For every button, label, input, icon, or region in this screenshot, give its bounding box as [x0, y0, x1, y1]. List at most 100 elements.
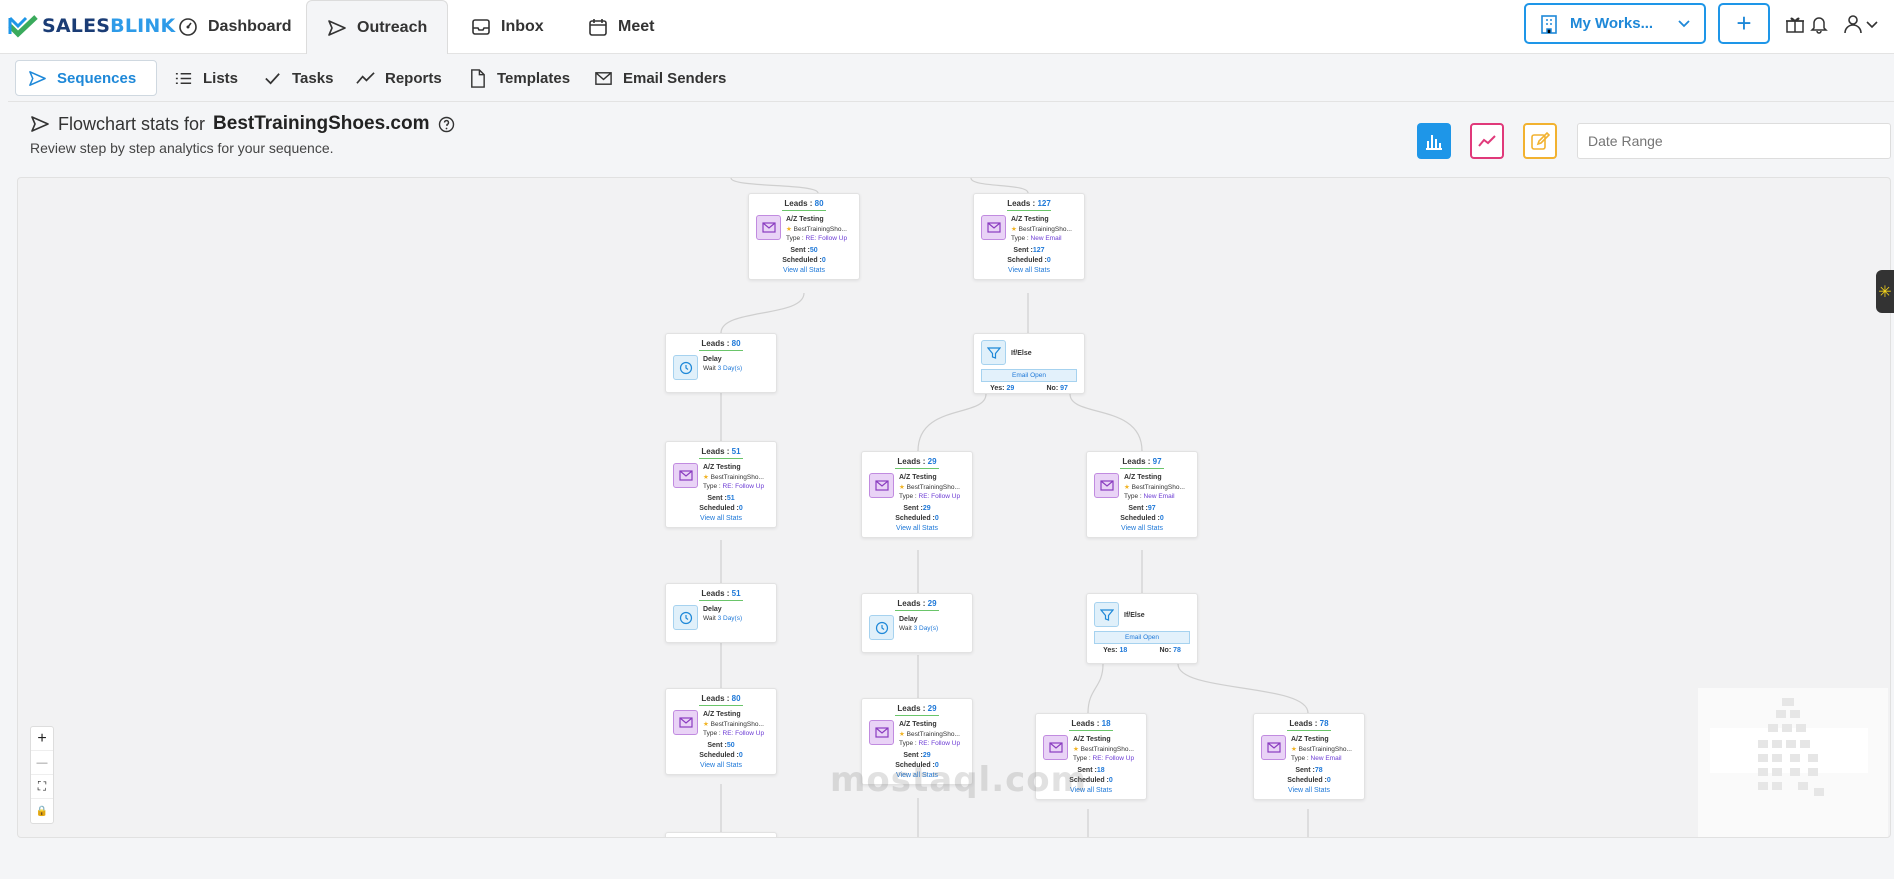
inbox-icon	[472, 19, 490, 35]
star-icon: ★	[1073, 746, 1079, 753]
node-type: RE: Follow Up	[805, 235, 848, 242]
view-all-stats-link[interactable]: View all Stats	[862, 525, 972, 532]
view-all-stats-link[interactable]: View all Stats	[1254, 787, 1364, 794]
bell-icon[interactable]	[1809, 14, 1829, 34]
star-icon: ★	[786, 226, 792, 233]
date-range-input[interactable]	[1577, 123, 1891, 159]
fit-view-button[interactable]: ⛶	[31, 775, 53, 799]
view-all-stats-link[interactable]: View all Stats	[1087, 525, 1197, 532]
star-icon: ★	[1291, 746, 1297, 753]
flow-node-email[interactable]: Leads : 80 A/Z Testing ★ BestTrainingSho…	[748, 193, 860, 280]
page-subtitle: Review step by step analytics for your s…	[30, 140, 334, 156]
star-icon: ★	[703, 474, 709, 481]
mail-icon	[869, 720, 894, 745]
side-widget-tab[interactable]: ✳	[1876, 270, 1894, 313]
node-template: BestTrainingSho...	[1131, 484, 1185, 491]
document-icon	[471, 68, 485, 88]
help-icon[interactable]	[438, 116, 455, 133]
lock-button[interactable]: 🔒	[31, 799, 53, 823]
flow-node-partial[interactable]	[665, 832, 777, 837]
flow-node-email[interactable]: Leads : 127 A/Z Testing ★ BestTrainingSh…	[973, 193, 1085, 280]
mail-icon	[673, 710, 698, 735]
node-wait: 3 Day(s)	[717, 365, 743, 372]
node-type: New Email	[1030, 235, 1062, 242]
view-all-stats-link[interactable]: View all Stats	[749, 267, 859, 274]
edit-icon	[1531, 131, 1550, 150]
flow-node-email[interactable]: Leads : 80 A/Z Testing ★ BestTrainingSho…	[665, 688, 777, 775]
subtab-email-senders[interactable]: Email Senders	[582, 60, 738, 96]
nav-tab-dashboard[interactable]: Dashboard	[158, 0, 312, 54]
line-chart-button[interactable]	[1470, 123, 1504, 159]
node-title: A/Z Testing	[1291, 736, 1329, 743]
dashboard-icon	[179, 18, 197, 36]
line-chart-icon	[1478, 135, 1496, 147]
send-icon	[328, 20, 346, 36]
trend-icon	[356, 71, 375, 84]
view-all-stats-link[interactable]: View all Stats	[666, 762, 776, 769]
chevron-down-icon[interactable]	[1866, 14, 1878, 34]
node-template: BestTrainingSho...	[1298, 746, 1352, 753]
nav-tab-outreach[interactable]: Outreach	[306, 0, 449, 55]
calendar-icon	[589, 19, 607, 36]
subtab-label: Tasks	[292, 69, 334, 87]
flow-node-delay[interactable]: Leads : 51 Delay Wait 3 Day(s)	[665, 583, 777, 643]
flow-node-ifelse[interactable]: If/Else Email Open Yes: 18 No: 78	[1086, 593, 1198, 664]
flow-node-email[interactable]: Leads : 29 A/Z Testing ★ BestTrainingSho…	[861, 451, 973, 538]
flow-node-email[interactable]: Leads : 51 A/Z Testing ★ BestTrainingSho…	[665, 441, 777, 528]
mail-icon	[756, 215, 781, 240]
subtab-tasks[interactable]: Tasks	[251, 60, 345, 96]
user-icon[interactable]	[1843, 14, 1863, 34]
mail-icon	[595, 71, 612, 85]
node-type: RE: Follow Up	[918, 740, 961, 747]
bar-chart-button[interactable]	[1417, 123, 1451, 159]
nav-tab-label: Outreach	[357, 19, 428, 36]
node-title: A/Z Testing	[703, 711, 741, 718]
node-title: A/Z Testing	[899, 474, 937, 481]
node-title: A/Z Testing	[786, 216, 824, 223]
nav-tab-meet[interactable]: Meet	[568, 0, 674, 54]
star-icon: ★	[899, 484, 905, 491]
flow-node-email[interactable]: Leads : 97 A/Z Testing ★ BestTrainingSho…	[1086, 451, 1198, 538]
subtab-sequences[interactable]: Sequences	[15, 60, 157, 96]
zoom-in-button[interactable]: +	[31, 727, 53, 751]
view-all-stats-link[interactable]: View all Stats	[974, 267, 1084, 274]
subtab-templates[interactable]: Templates	[456, 60, 582, 96]
node-title: Delay	[899, 616, 918, 623]
flow-node-email[interactable]: Leads : 78 A/Z Testing ★ BestTrainingSho…	[1253, 713, 1365, 800]
subtab-lists[interactable]: Lists	[162, 60, 250, 96]
star-icon: ★	[1011, 226, 1017, 233]
view-all-stats-link[interactable]: View all Stats	[666, 515, 776, 522]
subtab-label: Templates	[497, 69, 571, 87]
node-title: Delay	[703, 606, 722, 613]
gift-icon[interactable]	[1785, 14, 1805, 34]
filter-icon	[1094, 602, 1119, 627]
flow-node-delay[interactable]: Leads : 29 Delay Wait 3 Day(s)	[861, 593, 973, 653]
nav-tab-inbox[interactable]: Inbox	[451, 0, 564, 54]
node-leads: Leads : 29	[897, 599, 937, 608]
node-template: BestTrainingSho...	[1018, 226, 1072, 233]
add-button[interactable]: +	[1718, 3, 1770, 44]
subtab-label: Reports	[385, 69, 442, 87]
subtab-reports[interactable]: Reports	[344, 60, 454, 96]
edit-button[interactable]	[1523, 123, 1557, 159]
salesblink-logo[interactable]: SALESBLINK	[8, 14, 175, 38]
node-template: BestTrainingSho...	[906, 731, 960, 738]
workspace-selector[interactable]: My Works...	[1524, 3, 1706, 44]
mail-icon	[1261, 735, 1286, 760]
flowchart-canvas[interactable]: Leads : 80 A/Z Testing ★ BestTrainingSho…	[17, 177, 1891, 838]
node-template: BestTrainingSho...	[1080, 746, 1134, 753]
node-stats: Sent :29 Scheduled :0	[895, 505, 939, 522]
node-title: Delay	[703, 356, 722, 363]
node-leads: Leads : 78	[1289, 719, 1329, 728]
top-bar: SALESBLINK Dashboard Outreach Inbox Meet…	[0, 0, 1894, 55]
node-template: BestTrainingSho...	[710, 721, 764, 728]
flow-node-ifelse[interactable]: If/Else Email Open Yes: 29 No: 97	[973, 333, 1085, 394]
list-icon	[175, 72, 192, 84]
flow-node-delay[interactable]: Leads : 80 Delay Wait 3 Day(s)	[665, 333, 777, 393]
check-icon	[265, 72, 280, 84]
node-title: A/Z Testing	[1124, 474, 1162, 481]
node-title: If/Else	[1124, 611, 1145, 619]
minimap[interactable]	[1698, 688, 1888, 837]
watermark: mostaql.com	[830, 760, 1088, 800]
zoom-out-button[interactable]: —	[31, 751, 53, 775]
